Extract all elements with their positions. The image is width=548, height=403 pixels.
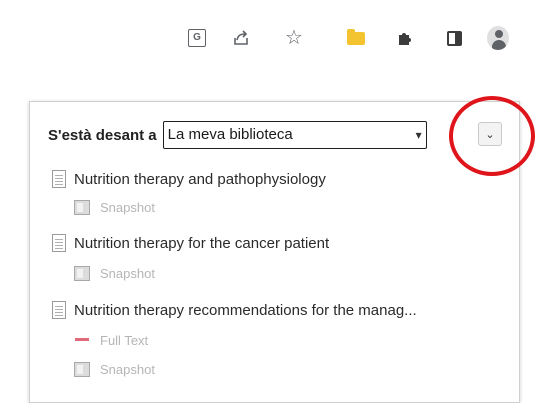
folder-shape xyxy=(347,28,365,45)
avatar xyxy=(487,26,509,50)
snapshot-icon xyxy=(74,362,90,377)
library-select[interactable]: La meva biblioteca ▾ xyxy=(162,121,427,149)
attachment-row: Snapshot xyxy=(74,266,155,281)
translate-icon-glyph: G xyxy=(188,29,206,47)
item-title: Nutrition therapy for the cancer patient xyxy=(74,234,330,252)
attachment-row: Full Text xyxy=(74,333,148,348)
document-icon xyxy=(52,170,66,188)
save-to-label: S'està desant a xyxy=(48,126,157,144)
highlight-circle xyxy=(449,96,535,176)
document-icon xyxy=(52,301,66,319)
browser-toolbar: G ☆ xyxy=(0,0,548,78)
chevron-down-icon: ▾ xyxy=(415,128,422,142)
library-select-value: La meva biblioteca xyxy=(167,126,293,143)
pdf-icon xyxy=(74,334,90,348)
attachment-label: Full Text xyxy=(100,333,149,348)
share-icon[interactable] xyxy=(230,27,252,49)
save-target-row: S'està desant a La meva biblioteca ▾ xyxy=(48,120,427,150)
side-panel-shape xyxy=(446,30,462,46)
side-panel-icon[interactable] xyxy=(443,27,465,49)
list-item[interactable]: Nutrition therapy for the cancer patient xyxy=(52,234,329,252)
zotero-save-popup: S'està desant a La meva biblioteca ▾ Nut… xyxy=(29,101,520,403)
attachment-row: Snapshot xyxy=(74,200,155,215)
attachment-label: Snapshot xyxy=(100,362,155,377)
profile-icon[interactable] xyxy=(487,26,509,50)
extensions-icon[interactable] xyxy=(395,27,417,49)
item-title: Nutrition therapy recommendations for th… xyxy=(74,301,417,319)
share-icon-svg xyxy=(234,30,248,45)
document-icon xyxy=(52,234,66,252)
attachment-label: Snapshot xyxy=(100,266,155,281)
item-title: Nutrition therapy and pathophysiology xyxy=(74,170,326,188)
attachment-row: Snapshot xyxy=(74,362,155,377)
bookmark-star-icon[interactable]: ☆ xyxy=(283,27,305,49)
list-item[interactable]: Nutrition therapy recommendations for th… xyxy=(52,301,417,319)
list-item[interactable]: Nutrition therapy and pathophysiology xyxy=(52,170,326,188)
attachment-label: Snapshot xyxy=(100,200,155,215)
translate-icon[interactable]: G xyxy=(186,27,208,49)
zotero-folder-icon[interactable] xyxy=(345,27,367,49)
snapshot-icon xyxy=(74,200,90,215)
puzzle-svg xyxy=(399,33,411,45)
snapshot-icon xyxy=(74,266,90,281)
